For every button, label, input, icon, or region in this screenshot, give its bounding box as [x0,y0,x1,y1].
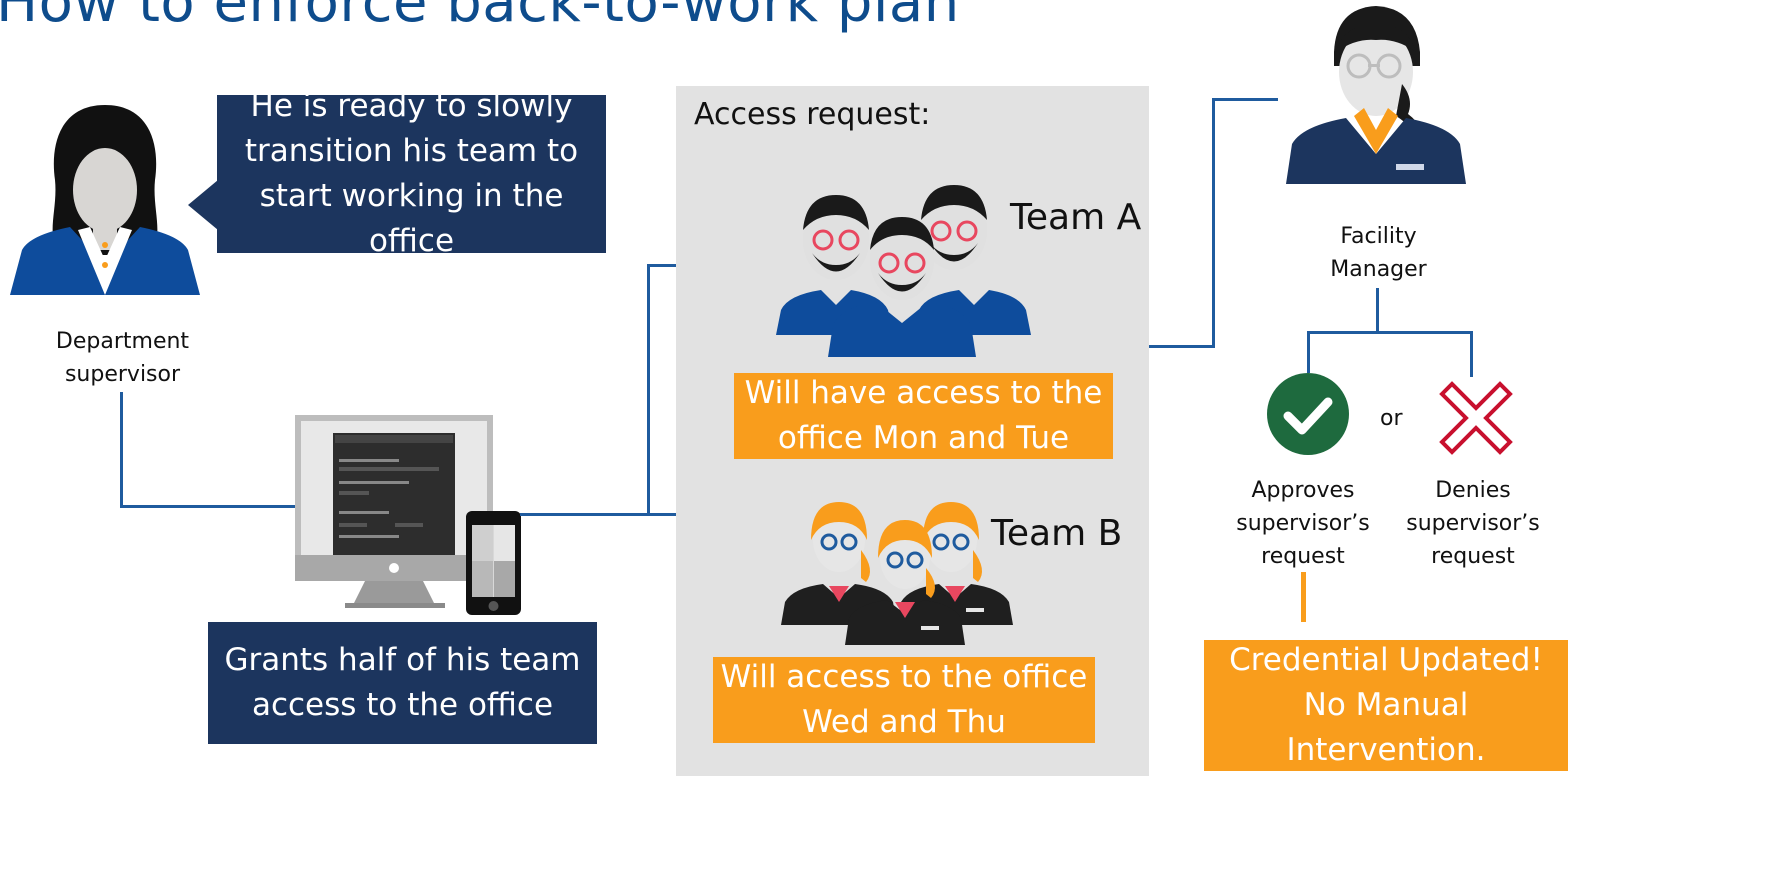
desktop-monitor-icon [295,415,493,608]
supervisor-speech-box: He is ready to slowly transition his tea… [217,88,606,259]
facility-manager-caption-line: Manager [1330,257,1427,282]
approve-caption-line: request [1261,544,1345,569]
team-b-access-line: Will access to the office [720,659,1088,696]
smartphone-icon [466,511,521,615]
result-connector-line [1301,572,1306,622]
deny-caption-line: request [1431,544,1515,569]
team-a-access-line: Will have access to the [744,375,1103,412]
speech-bubble-tail-icon [188,180,218,230]
connector-line [1470,331,1473,377]
team-b-group-icon [781,502,1013,645]
connector-line [1212,98,1278,101]
team-b-label: Team B [991,513,1123,554]
deny-caption-line: Denies [1435,478,1511,503]
approve-caption-line: Approves [1251,478,1355,503]
result-line: No Manual Intervention. [1286,687,1486,768]
deny-caption: Denies supervisor’s request [1402,474,1544,573]
result-line: Credential Updated! [1229,642,1543,679]
connector-line [120,505,296,508]
team-b-access-box: Will access to the office Wed and Thu [713,657,1095,743]
speech-line: transition his team to [244,133,579,170]
team-a-group-icon [776,185,1031,357]
grants-line: Grants half of his team [224,642,581,679]
connector-line [1307,331,1310,373]
or-label: or [1380,406,1403,431]
grants-access-box: Grants half of his team access to the of… [208,622,597,744]
supervisor-caption: Department supervisor [35,325,210,391]
team-a-access-line: office Mon and Tue [777,420,1070,456]
grants-line: access to the office [251,687,554,723]
connector-line [1307,331,1473,334]
connector-line [120,392,123,508]
facility-manager-avatar-icon [1286,6,1466,184]
deny-cross-icon [1439,381,1513,455]
supervisor-caption-line: Department [55,329,190,354]
access-request-heading: Access request: [694,97,931,132]
connector-line [1376,288,1379,334]
connector-line [1149,345,1215,348]
team-a-label: Team A [1010,197,1142,238]
supervisor-caption-line: supervisor [64,362,181,387]
approve-caption-line: supervisor’s [1236,511,1370,536]
credential-updated-box: Credential Updated! No Manual Interventi… [1204,640,1568,771]
connector-line [647,264,650,516]
facility-manager-caption-line: Facility [1340,224,1417,249]
deny-caption-line: supervisor’s [1406,511,1540,536]
page-title: How to enforce back-to-work plan [0,0,960,35]
team-b-access-line: Wed and Thu [802,704,1006,740]
team-a-access-box: Will have access to the office Mon and T… [734,373,1113,459]
facility-manager-caption: Facility Manager [1296,220,1461,286]
speech-line: start working in the office [259,178,564,259]
approve-caption: Approves supervisor’s request [1232,474,1374,573]
approve-check-icon [1267,373,1349,455]
speech-line: He is ready to slowly [250,88,573,125]
supervisor-avatar-icon [10,105,200,295]
connector-line [1212,98,1215,348]
